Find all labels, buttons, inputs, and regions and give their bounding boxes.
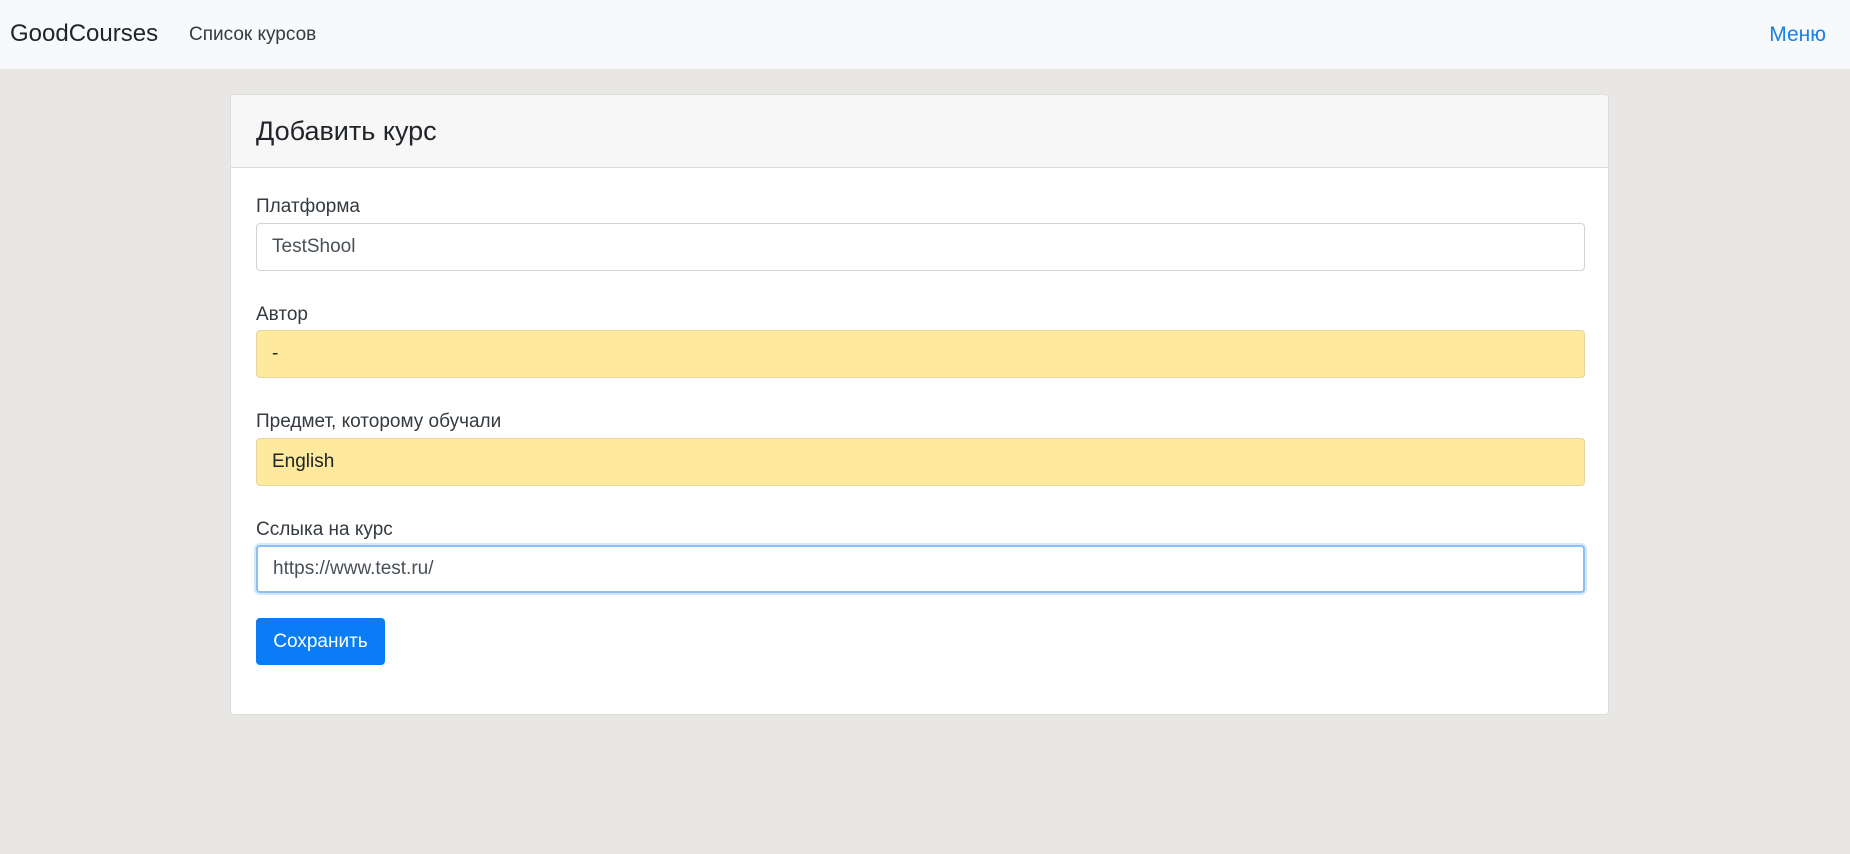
nav-link-course-list[interactable]: Список курсов (189, 23, 316, 47)
card-header: Добавить курс (231, 95, 1608, 168)
nav-menu-toggle[interactable]: Меню (1769, 23, 1826, 47)
top-navbar: GoodCourses Список курсов Меню (0, 0, 1850, 69)
save-button[interactable]: Сохранить (256, 618, 385, 665)
platform-input[interactable] (256, 223, 1585, 271)
course-link-input[interactable] (256, 545, 1585, 593)
subject-input[interactable] (256, 438, 1585, 486)
page-title: Добавить курс (256, 115, 437, 146)
course-link-label: Сслыка на курс (256, 519, 393, 540)
subject-label: Предмет, которому обучали (256, 411, 502, 432)
add-course-card: Добавить курс Платформа Автор Предмет, к… (230, 94, 1609, 715)
brand-logo-link[interactable]: GoodCourses (10, 18, 158, 50)
author-input[interactable] (256, 330, 1585, 378)
author-label: Автор (256, 304, 308, 325)
platform-label: Платформа (256, 196, 360, 217)
